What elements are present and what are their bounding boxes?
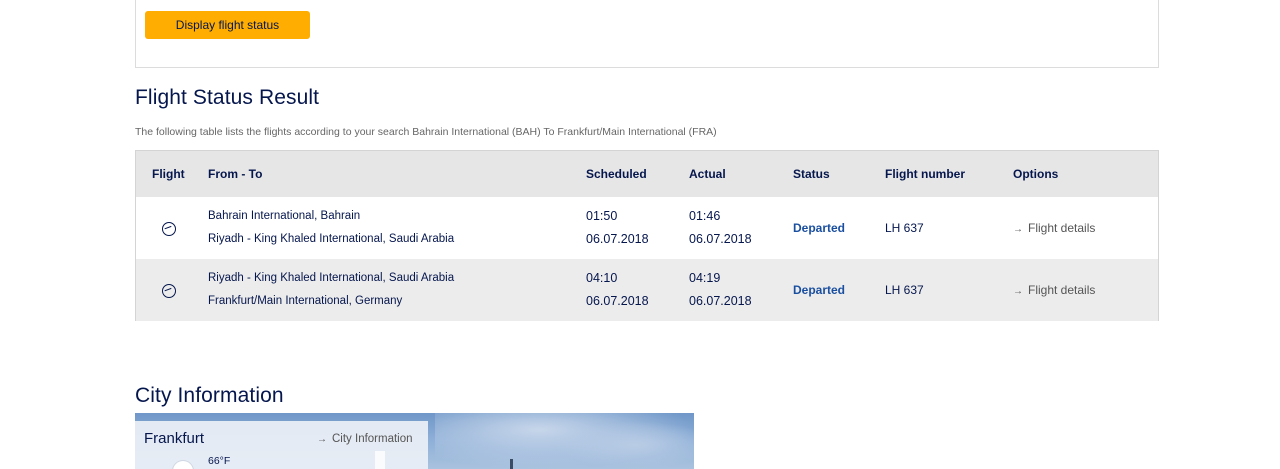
flight-number: LH 637 [885,283,924,297]
result-description: The following table lists the flights ac… [135,126,717,138]
scheduled-date: 06.07.2018 [586,232,649,246]
flight-status-result-title: Flight Status Result [135,86,320,109]
actual-cell: 01:46 06.07.2018 [689,205,752,251]
city-information-link-label: City Information [332,433,413,445]
city-photo-spire [510,459,513,469]
header-flight: Flight [152,167,185,181]
header-options: Options [1013,167,1059,181]
flight-details-link[interactable]: → Flight details [1013,217,1095,241]
display-flight-status-button[interactable]: Display flight status [145,11,310,39]
route-to: Frankfurt/Main International, Germany [208,295,403,307]
table-header: Flight From - To Scheduled Actual Status… [136,151,1158,197]
city-temperature: 66°F [208,455,231,467]
status-badge: Departed [793,283,846,297]
flight-details-label: Flight details [1028,283,1096,297]
arrow-right-icon: → [317,434,327,445]
flight-search-panel: Display flight status [135,0,1159,68]
flight-number: LH 637 [885,221,924,235]
arrow-right-icon: → [1013,224,1023,235]
scheduled-cell: 04:10 06.07.2018 [586,267,649,313]
header-actual: Actual [689,167,726,181]
table-row: Bahrain International, Bahrain Riyadh - … [136,197,1158,259]
flight-details-link[interactable]: → Flight details [1013,279,1095,303]
scheduled-time: 01:50 [586,209,618,223]
city-photo-cloud [555,421,694,469]
actual-time: 01:46 [689,209,721,223]
route-from: Riyadh - King Khaled International, Saud… [208,272,455,284]
route-to: Riyadh - King Khaled International, Saud… [208,233,455,245]
header-scheduled: Scheduled [586,167,647,181]
city-information-card: Frankfurt → City Information 66°F [135,413,694,469]
route-cell: Riyadh - King Khaled International, Saud… [208,267,454,313]
city-photo-building [375,451,385,469]
route-from: Bahrain International, Bahrain [208,210,361,222]
flight-status-table: Flight From - To Scheduled Actual Status… [135,150,1159,321]
plane-icon [162,222,176,236]
table-row: Riyadh - King Khaled International, Saud… [136,259,1158,321]
plane-icon [162,284,176,298]
actual-date: 06.07.2018 [689,294,752,308]
route-cell: Bahrain International, Bahrain Riyadh - … [208,205,454,251]
city-name: Frankfurt [144,430,205,447]
cloud-icon [173,461,193,469]
actual-time: 04:19 [689,271,721,285]
scheduled-cell: 01:50 06.07.2018 [586,205,649,251]
flight-details-label: Flight details [1028,221,1096,235]
scheduled-time: 04:10 [586,271,618,285]
scheduled-date: 06.07.2018 [586,294,649,308]
header-from-to: From - To [208,167,263,181]
header-flight-number: Flight number [885,167,965,181]
status-badge: Departed [793,221,846,235]
actual-cell: 04:19 06.07.2018 [689,267,752,313]
header-status: Status [793,167,830,181]
city-information-title: City Information [135,384,284,407]
actual-date: 06.07.2018 [689,232,752,246]
city-information-link[interactable]: → City Information [317,433,413,445]
city-overlay: Frankfurt → City Information 66°F [135,421,428,469]
arrow-right-icon: → [1013,286,1023,297]
